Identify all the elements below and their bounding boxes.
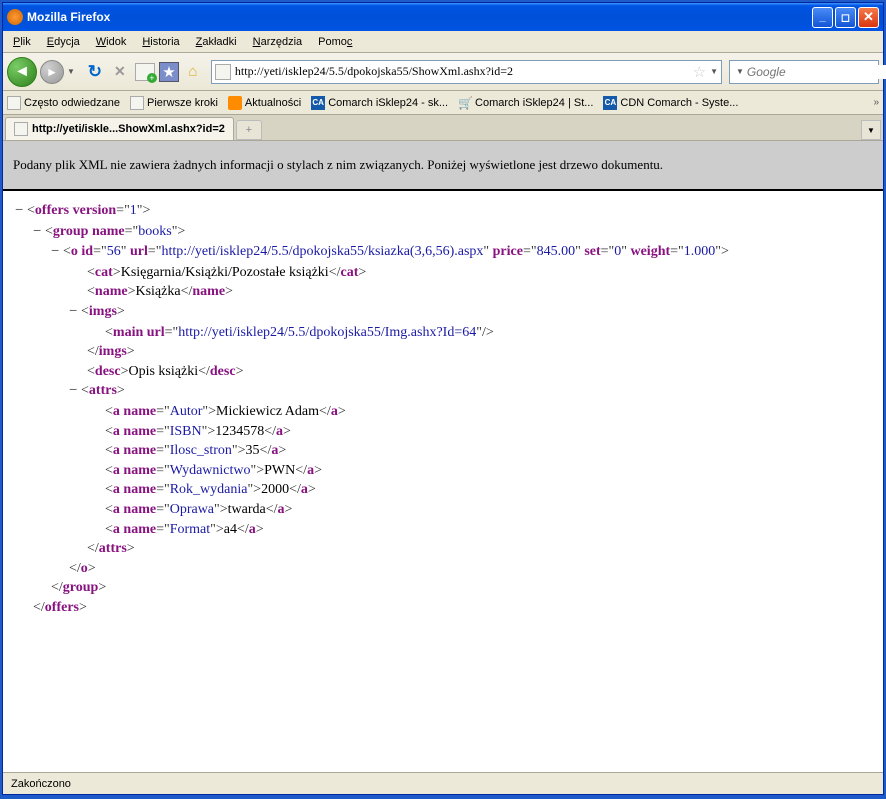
search-engine-dropdown-icon[interactable]: ▼ xyxy=(736,67,744,76)
tab-bar: http://yeti/iskle...ShowXml.ashx?id=2 + … xyxy=(3,115,883,141)
menu-file[interactable]: Plik xyxy=(7,34,37,50)
bookmark-news[interactable]: Aktualności xyxy=(228,96,301,110)
bookmark-page-icon[interactable]: ☆ xyxy=(693,63,706,81)
bookmark-comarch-st[interactable]: 🛒Comarch iSklep24 | St... xyxy=(458,96,593,110)
history-dropdown-icon[interactable]: ▼ xyxy=(67,67,75,76)
bookmark-star-button[interactable]: ★ xyxy=(159,62,179,82)
collapse-toggle[interactable]: − xyxy=(51,243,61,263)
forward-button[interactable]: ► xyxy=(40,60,64,84)
bookmark-first-steps[interactable]: Pierwsze kroki xyxy=(130,96,218,110)
list-all-tabs-button[interactable]: ▼ xyxy=(861,120,881,140)
xml-info-message: Podany plik XML nie zawiera żadnych info… xyxy=(13,157,663,172)
menu-tools[interactable]: Narzędzia xyxy=(247,34,309,50)
status-text: Zakończono xyxy=(11,778,71,790)
page-icon xyxy=(7,96,21,110)
comarch-icon: CA xyxy=(603,96,617,110)
status-bar: Zakończono xyxy=(3,772,883,794)
rss-icon xyxy=(228,96,242,110)
bookmark-cdn[interactable]: CACDN Comarch - Syste... xyxy=(603,96,738,110)
page-icon xyxy=(14,122,28,136)
bookmark-frequent[interactable]: Często odwiedzane xyxy=(7,96,120,110)
xml-tree-viewer[interactable]: −<offers version="1"> −<group name="book… xyxy=(3,191,883,772)
close-button[interactable]: ✕ xyxy=(858,7,879,28)
cart-icon: 🛒 xyxy=(458,96,472,110)
menu-edit[interactable]: Edycja xyxy=(41,34,86,50)
search-box[interactable]: ▼ 🔍 xyxy=(729,60,879,84)
bookmark-comarch-sk[interactable]: CAComarch iSklep24 - sk... xyxy=(311,96,448,110)
bookmarks-overflow-icon[interactable]: » xyxy=(873,97,879,108)
menu-history[interactable]: Historia xyxy=(136,34,185,50)
menu-bookmarks[interactable]: Zakładki xyxy=(190,34,243,50)
menu-view[interactable]: Widok xyxy=(90,34,133,50)
url-bar[interactable]: ☆ ▼ xyxy=(211,60,722,84)
firefox-window: Mozilla Firefox _ ◻ ✕ Plik Edycja Widok … xyxy=(2,2,884,795)
collapse-toggle[interactable]: − xyxy=(15,202,25,222)
window-title: Mozilla Firefox xyxy=(27,10,812,24)
site-identity-icon[interactable] xyxy=(215,64,231,80)
back-button[interactable]: ◄ xyxy=(7,57,37,87)
stop-button[interactable]: ✕ xyxy=(109,61,131,83)
menu-help[interactable]: Pomoc xyxy=(312,34,358,50)
addons-button[interactable] xyxy=(134,61,156,83)
collapse-toggle[interactable]: − xyxy=(69,382,79,402)
new-tab-button[interactable]: + xyxy=(236,120,262,140)
home-button[interactable]: ⌂ xyxy=(182,61,204,83)
search-input[interactable] xyxy=(747,65,886,79)
comarch-icon: CA xyxy=(311,96,325,110)
tab-title: http://yeti/iskle...ShowXml.ashx?id=2 xyxy=(32,123,225,135)
url-dropdown-icon[interactable]: ▼ xyxy=(710,67,718,76)
page-icon xyxy=(130,96,144,110)
url-input[interactable] xyxy=(235,64,693,79)
xml-info-bar: Podany plik XML nie zawiera żadnych info… xyxy=(3,141,883,191)
navigation-toolbar: ◄ ► ▼ ↻ ✕ ★ ⌂ ☆ ▼ ▼ 🔍 xyxy=(3,53,883,91)
minimize-button[interactable]: _ xyxy=(812,7,833,28)
titlebar[interactable]: Mozilla Firefox _ ◻ ✕ xyxy=(3,3,883,31)
maximize-button[interactable]: ◻ xyxy=(835,7,856,28)
reload-button[interactable]: ↻ xyxy=(84,61,106,83)
firefox-icon xyxy=(7,9,23,25)
bookmarks-toolbar: Często odwiedzane Pierwsze kroki Aktualn… xyxy=(3,91,883,115)
collapse-toggle[interactable]: − xyxy=(33,223,43,243)
menubar: Plik Edycja Widok Historia Zakładki Narz… xyxy=(3,31,883,53)
active-tab[interactable]: http://yeti/iskle...ShowXml.ashx?id=2 xyxy=(5,117,234,140)
collapse-toggle[interactable]: − xyxy=(69,303,79,323)
